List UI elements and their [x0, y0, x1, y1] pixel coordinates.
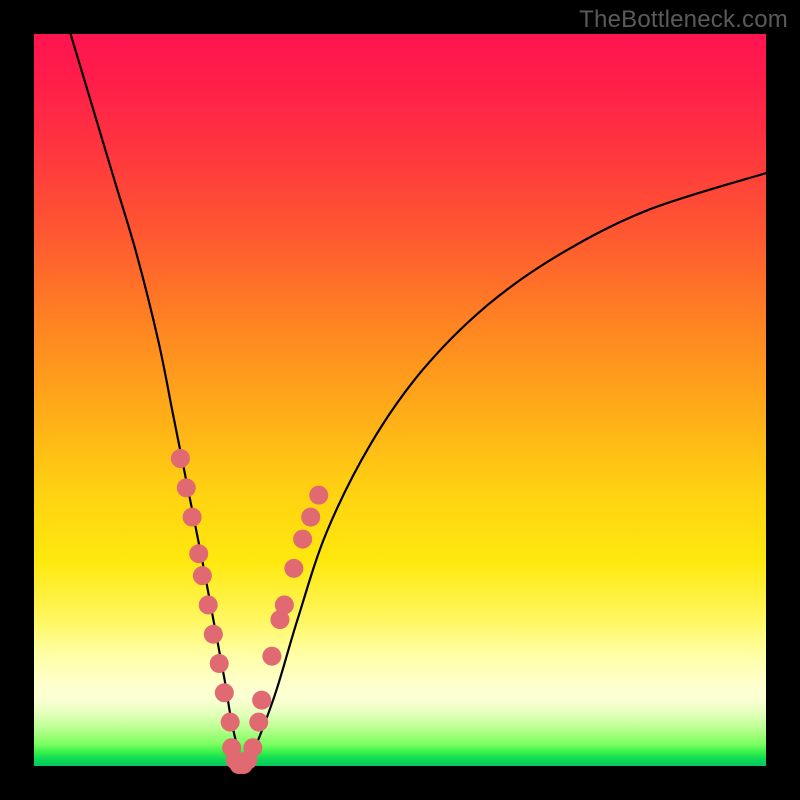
highlight-dot — [183, 508, 202, 527]
highlight-dot — [243, 738, 262, 757]
highlight-dot — [193, 566, 212, 585]
highlight-dot — [204, 625, 223, 644]
highlight-dot — [275, 595, 294, 614]
highlight-dot — [249, 713, 268, 732]
highlight-dot — [177, 478, 196, 497]
highlight-dot — [199, 595, 218, 614]
highlight-dot — [284, 559, 303, 578]
chart-frame: TheBottleneck.com — [0, 0, 800, 800]
curve-layer — [34, 34, 766, 766]
highlight-dot — [252, 691, 271, 710]
bottleneck-curve — [71, 34, 766, 765]
highlight-dot — [171, 449, 190, 468]
highlight-dot — [293, 530, 312, 549]
watermark-text: TheBottleneck.com — [579, 6, 788, 34]
highlight-dots-group — [171, 449, 328, 774]
highlight-dot — [215, 683, 234, 702]
plot-area — [34, 34, 766, 766]
highlight-dot — [309, 486, 328, 505]
highlight-dot — [210, 654, 229, 673]
highlight-dot — [262, 647, 281, 666]
highlight-dot — [301, 508, 320, 527]
highlight-dot — [221, 713, 240, 732]
highlight-dot — [189, 544, 208, 563]
